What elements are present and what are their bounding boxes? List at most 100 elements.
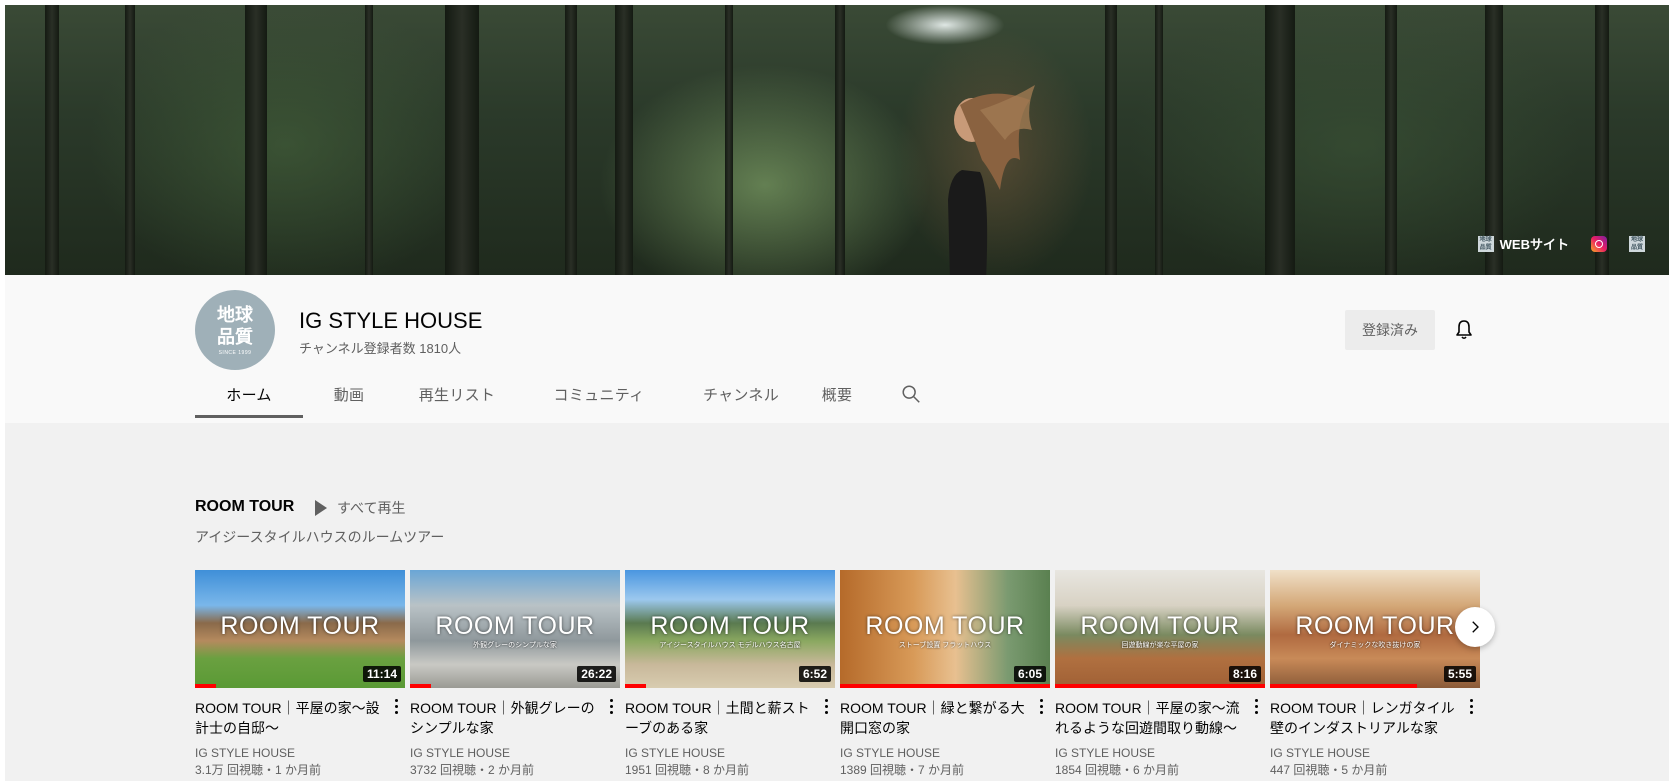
- video-duration: 5:55: [1443, 666, 1476, 682]
- watch-progress-bar: [625, 684, 646, 688]
- more-actions-icon[interactable]: [1249, 696, 1263, 716]
- watch-progress-bar: [1270, 684, 1417, 688]
- brand-link[interactable]: 地球 品質: [1629, 235, 1645, 252]
- more-actions-icon[interactable]: [1034, 696, 1048, 716]
- shelf-title[interactable]: ROOM TOUR: [195, 498, 294, 516]
- tab-search[interactable]: [891, 370, 931, 418]
- shelf-next-button[interactable]: [1455, 607, 1495, 647]
- video-card[interactable]: ROOM TOUR 11:14 ROOM TOUR｜平屋の家〜設計士の自邸〜 I…: [195, 570, 405, 779]
- notification-bell-icon[interactable]: [1452, 318, 1476, 342]
- tab-videos[interactable]: 動画: [303, 370, 395, 418]
- video-title[interactable]: ROOM TOUR｜レンガタイル壁のインダストリアルな家: [1270, 698, 1460, 738]
- more-actions-icon[interactable]: [1464, 696, 1478, 716]
- video-duration: 6:52: [798, 666, 831, 682]
- channel-header: 地球 品質 SINCE 1999 IG STYLE HOUSE チャンネル登録者数…: [5, 275, 1669, 423]
- video-thumbnail[interactable]: ROOM TOUR アイジースタイルハウス モデルハウス名古屋 6:52: [625, 570, 835, 688]
- banner-tree: [445, 5, 479, 275]
- instagram-icon: [1591, 235, 1607, 252]
- instagram-link[interactable]: [1591, 235, 1607, 252]
- more-actions-icon[interactable]: [604, 696, 618, 716]
- watch-progress-bar: [840, 684, 1050, 688]
- video-title[interactable]: ROOM TOUR｜緑と繋がる大開口窓の家: [840, 698, 1030, 738]
- video-duration: 26:22: [577, 666, 616, 682]
- watch-progress-bar: [195, 684, 216, 688]
- thumbnail-title: ROOM TOUR: [1295, 612, 1455, 640]
- avatar[interactable]: 地球 品質 SINCE 1999: [195, 290, 275, 370]
- search-icon: [902, 385, 920, 403]
- video-title[interactable]: ROOM TOUR｜外観グレーのシンプルな家: [410, 698, 600, 738]
- thumbnail-title: ROOM TOUR: [220, 612, 380, 640]
- video-meta: 1951 回視聴・8 か月前: [625, 763, 750, 777]
- video-meta: 3732 回視聴・2 か月前: [410, 763, 535, 777]
- banner-tree: [725, 5, 733, 275]
- thumbnail-title: ROOM TOUR: [650, 612, 810, 640]
- tab-channels[interactable]: チャンネル: [679, 370, 803, 418]
- thumbnail-title: ROOM TOUR: [1080, 612, 1240, 640]
- tab-home[interactable]: ホーム: [195, 370, 303, 418]
- video-thumbnail[interactable]: ROOM TOUR ストーブ設置 フラットハウス 6:05: [840, 570, 1050, 688]
- video-channel[interactable]: IG STYLE HOUSE: [195, 745, 405, 761]
- brand-logo-icon: 地球 品質: [1629, 235, 1645, 252]
- video-card[interactable]: ROOM TOUR 回遊動線が楽な平屋の家 8:16 ROOM TOUR｜平屋の…: [1055, 570, 1265, 779]
- banner-tree: [125, 5, 135, 275]
- banner-tree: [1105, 5, 1117, 275]
- video-channel[interactable]: IG STYLE HOUSE: [840, 745, 1050, 761]
- video-duration: 11:14: [362, 666, 401, 682]
- channel-banner: 地球 品質 WEBサイト 地球 品質: [5, 5, 1669, 275]
- video-channel[interactable]: IG STYLE HOUSE: [1270, 745, 1480, 761]
- thumbnail-title: ROOM TOUR: [865, 612, 1025, 640]
- video-card[interactable]: ROOM TOUR ダイナミックな吹き抜けの家 5:55 ROOM TOUR｜レ…: [1270, 570, 1480, 779]
- banner-tree: [615, 5, 633, 275]
- more-actions-icon[interactable]: [389, 696, 403, 716]
- tab-playlists[interactable]: 再生リスト: [395, 370, 519, 418]
- video-duration: 8:16: [1228, 666, 1261, 682]
- video-title[interactable]: ROOM TOUR｜平屋の家〜流れるような回遊間取り動線〜: [1055, 698, 1245, 738]
- thumbnail-subtitle: ダイナミックな吹き抜けの家: [1329, 642, 1421, 649]
- video-shelf: ROOM TOUR 11:14 ROOM TOUR｜平屋の家〜設計士の自邸〜 I…: [195, 570, 1485, 781]
- thumbnail-title: ROOM TOUR: [435, 612, 595, 640]
- watch-progress-bar: [410, 684, 431, 688]
- banner-tree: [835, 5, 845, 275]
- banner-sky: [885, 5, 1005, 45]
- avatar-since: SINCE 1999: [218, 350, 252, 356]
- avatar-logo-text: 地球 品質: [217, 305, 253, 347]
- subscriber-count: チャンネル登録者数 1810人: [299, 341, 462, 356]
- video-channel[interactable]: IG STYLE HOUSE: [625, 745, 835, 761]
- video-card[interactable]: ROOM TOUR アイジースタイルハウス モデルハウス名古屋 6:52 ROO…: [625, 570, 835, 779]
- banner-tree: [565, 5, 577, 275]
- subscribed-button[interactable]: 登録済み: [1345, 310, 1435, 350]
- video-channel[interactable]: IG STYLE HOUSE: [410, 745, 620, 761]
- tab-about[interactable]: 概要: [803, 370, 871, 418]
- video-card[interactable]: ROOM TOUR ストーブ設置 フラットハウス 6:05 ROOM TOUR｜…: [840, 570, 1050, 779]
- youtube-channel-page: 地球 品質 WEBサイト 地球 品質 地球 品質 SINCE 1999 IG STYL…: [0, 0, 1673, 781]
- video-thumbnail[interactable]: ROOM TOUR 回遊動線が楽な平屋の家 8:16: [1055, 570, 1265, 688]
- video-title[interactable]: ROOM TOUR｜平屋の家〜設計士の自邸〜: [195, 698, 385, 738]
- video-title[interactable]: ROOM TOUR｜土間と薪ストーブのある家: [625, 698, 815, 738]
- play-all-label: すべて再生: [337, 500, 406, 516]
- video-meta: 3.1万 回視聴・1 か月前: [195, 763, 322, 777]
- video-meta: 1854 回視聴・6 か月前: [1055, 763, 1180, 777]
- play-icon: [315, 500, 327, 516]
- chevron-right-icon: [1472, 621, 1479, 633]
- tab-community[interactable]: コミュニティ: [519, 370, 679, 418]
- video-thumbnail[interactable]: ROOM TOUR 11:14: [195, 570, 405, 688]
- more-actions-icon[interactable]: [819, 696, 833, 716]
- video-channel[interactable]: IG STYLE HOUSE: [1055, 745, 1265, 761]
- video-thumbnail[interactable]: ROOM TOUR 外観グレーのシンプルな家 26:22: [410, 570, 620, 688]
- banner-tree: [245, 5, 267, 275]
- video-thumbnail[interactable]: ROOM TOUR ダイナミックな吹き抜けの家 5:55: [1270, 570, 1480, 688]
- channel-name: IG STYLE HOUSE: [299, 308, 483, 333]
- play-all-button[interactable]: すべて再生: [315, 498, 405, 518]
- thumbnail-subtitle: 外観グレーのシンプルな家: [473, 642, 557, 649]
- channel-content: ROOM TOUR すべて再生 アイジースタイルハウスのルームツアー ROOM …: [5, 423, 1669, 781]
- website-link-label: WEBサイト: [1499, 237, 1569, 252]
- channel-tabs: ホーム 動画 再生リスト コミュニティ チャンネル 概要: [195, 370, 931, 418]
- banner-tree: [365, 5, 373, 275]
- video-card[interactable]: ROOM TOUR 外観グレーのシンプルな家 26:22 ROOM TOUR｜外…: [410, 570, 620, 779]
- banner-tree: [1385, 5, 1397, 275]
- banner-links: 地球 品質 WEBサイト 地球 品質: [1477, 234, 1645, 253]
- watch-progress-bar: [1055, 684, 1265, 688]
- website-link[interactable]: 地球 品質 WEBサイト: [1477, 234, 1569, 253]
- banner-tree: [45, 5, 59, 275]
- banner-woman-figure: [948, 85, 1035, 275]
